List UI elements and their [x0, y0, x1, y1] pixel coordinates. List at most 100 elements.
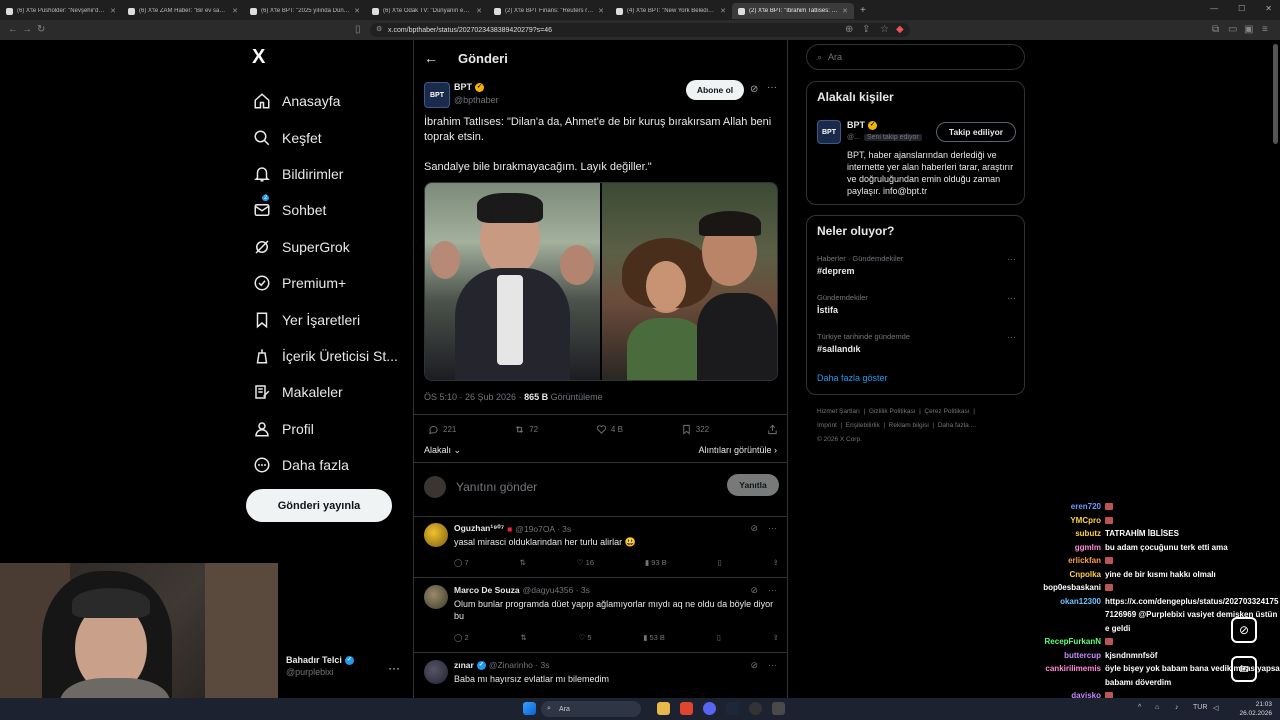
minimize-icon[interactable]: — [1210, 4, 1218, 13]
trend-item[interactable]: Türkiye tarihinde gündemde #sallandık ··… [817, 332, 1016, 354]
show-more-link[interactable]: Daha fazla göster [817, 373, 888, 383]
reply-action[interactable]: ◯ 2 [454, 633, 469, 642]
reply-author[interactable]: Oguzhan¹⁹⁰⁷ ■ @19o7OA · 3s [454, 523, 571, 534]
account-more-icon[interactable]: ··· [388, 661, 400, 675]
steam-icon[interactable] [726, 702, 739, 715]
browser-tab[interactable]: (6) X'te Odak TV: "Dünyanın en uzun… ✕ [366, 3, 488, 19]
grok-explain-icon[interactable]: ⊘ [750, 660, 758, 671]
footer-link[interactable]: Çerez Politikası [924, 408, 969, 415]
language-indicator[interactable]: TUR [1193, 704, 1207, 711]
nav-item-explore[interactable]: Keşfet [252, 119, 398, 155]
avatar[interactable] [424, 660, 448, 684]
extensions-icon[interactable]: ⧉ [1212, 24, 1219, 35]
views-action[interactable]: ▮ 93 B [645, 558, 667, 567]
tweet-time[interactable]: ÖS 5:10 · 26 Şub 2026 · [424, 392, 524, 402]
reply-item[interactable]: zınar ✓ @Zinarinho · 3s ⊘ ··· Baba mı hayır… [414, 654, 787, 704]
sort-relevance-dropdown[interactable]: Alakalı ⌄ [424, 445, 461, 456]
tweet-handle[interactable]: @bpthaber [454, 95, 499, 105]
avatar[interactable] [424, 585, 448, 609]
clock[interactable]: 21:03 26.02.2026 [1239, 700, 1272, 718]
new-tab-icon[interactable]: + [860, 5, 866, 16]
forward-icon[interactable]: → [22, 24, 32, 35]
share-action[interactable]: ⇪ [773, 558, 779, 567]
views-action[interactable]: ▮ 53 B [643, 633, 665, 642]
grok-explain-icon[interactable]: ⊘ [750, 523, 758, 534]
site-info-icon[interactable]: ⚙ [376, 25, 382, 33]
reply-action[interactable]: 221 [428, 424, 456, 435]
more-options-icon[interactable]: ··· [767, 82, 777, 93]
reply-author[interactable]: zınar ✓ @Zinarinho · 3s [454, 660, 549, 670]
nav-item-supergrok[interactable]: SuperGrok [252, 229, 398, 265]
file-explorer-icon[interactable] [657, 702, 670, 715]
more-options-icon[interactable]: ··· [1007, 332, 1016, 342]
maximize-icon[interactable]: ☐ [1238, 4, 1245, 13]
grok-explain-icon[interactable]: ⊘ [750, 585, 758, 596]
wallet-icon[interactable]: ▣ [1244, 24, 1253, 35]
close-tab-icon[interactable]: ✕ [598, 7, 604, 15]
share-action[interactable] [767, 424, 778, 435]
reply-button[interactable]: Yanıtla [727, 474, 779, 496]
share-action[interactable]: ⇪ [773, 633, 779, 642]
bookmark-action[interactable]: 322 [681, 424, 709, 435]
star-icon[interactable]: ☆ [880, 24, 889, 35]
reply-item[interactable]: Marco De Souza @dagyu4356 · 3s ⊘ ··· Olum … [414, 579, 787, 653]
back-arrow-icon[interactable]: ← [424, 50, 438, 66]
nav-item-articles[interactable]: Makaleler [252, 374, 398, 410]
messages-float-icon[interactable]: ✉ [1231, 656, 1257, 682]
repost-action[interactable]: 72 [514, 424, 538, 435]
share-icon[interactable]: ⇪ [862, 24, 870, 35]
close-tab-icon[interactable]: ✕ [110, 7, 116, 15]
trend-item[interactable]: Haberler · Gündemdekiler #deprem ··· [817, 254, 1016, 276]
discord-icon[interactable] [703, 702, 716, 715]
nav-item-more[interactable]: Daha fazla [252, 447, 398, 483]
windows-start-icon[interactable] [523, 702, 536, 715]
more-options-icon[interactable]: ··· [768, 523, 777, 534]
related-name[interactable]: BPT ✓ [847, 120, 877, 130]
reload-icon[interactable]: ↻ [37, 24, 45, 35]
close-icon[interactable]: ✕ [1265, 4, 1272, 13]
browser-tab[interactable]: (2) X'te BPT Finans: "Reuters raporu… ✕ [488, 3, 610, 19]
brave-browser-icon[interactable] [680, 702, 693, 715]
nav-item-bookmarks[interactable]: Yer İşaretleri [252, 301, 398, 337]
taskbar-search[interactable]: ⌕ Ara [541, 701, 641, 717]
browser-tab[interactable]: (6) X'te BPT: "2025 yılında Dünya'da… ✕ [244, 3, 366, 19]
more-options-icon[interactable]: ··· [1007, 254, 1016, 264]
microphone-icon[interactable]: ♪ [1175, 704, 1179, 711]
avatar[interactable] [424, 523, 448, 547]
bookmark-action[interactable]: ▯ [717, 633, 721, 642]
media-image-2[interactable] [602, 183, 777, 380]
zoom-icon[interactable]: ⊕ [845, 24, 853, 35]
nav-item-chat[interactable]: 2 Sohbet [252, 192, 398, 228]
sidebar-icon[interactable]: ▭ [1228, 24, 1237, 35]
back-icon[interactable]: ← [8, 24, 18, 35]
tweet-media[interactable] [424, 182, 778, 381]
nav-item-home[interactable]: Anasayfa [252, 83, 398, 119]
bookmark-page-icon[interactable]: ▯ [355, 24, 361, 35]
bookmark-action[interactable]: ▯ [718, 558, 722, 567]
trend-item[interactable]: Gündemdekiler İstifa ··· [817, 293, 1016, 315]
nav-item-creator-studio[interactable]: İçerik Üreticisi St... [252, 338, 398, 374]
footer-link[interactable]: Erişilebilirlik [846, 422, 880, 429]
footer-link[interactable]: Hizmet Şartları [817, 408, 860, 415]
close-tab-icon[interactable]: ✕ [354, 7, 360, 15]
browser-tab[interactable]: (6) X'te ZAM Haber: "Bir ev sahiben… ✕ [122, 3, 244, 19]
avatar[interactable]: BPT [424, 82, 450, 108]
like-action[interactable]: ♡ 5 [579, 633, 592, 642]
close-tab-icon[interactable]: ✕ [232, 7, 238, 15]
close-tab-icon[interactable]: ✕ [842, 7, 848, 15]
media-image-1[interactable] [425, 183, 600, 380]
browser-tab[interactable]: (4) X'te BPT: "New York Belediyesi, s… ✕ [610, 3, 732, 19]
network-icon[interactable]: ⌂ [1155, 704, 1159, 711]
app-icon[interactable] [772, 702, 785, 715]
account-switcher[interactable]: Bahadır Telci ✓ @purplebixi [286, 655, 354, 677]
browser-tab[interactable]: (2) X'te BPT: "İbrahim Tatlıses: "D… ✕ [732, 3, 854, 19]
reply-action[interactable]: ◯ 7 [454, 558, 469, 567]
reply-item[interactable]: Oguzhan¹⁹⁰⁷ ■ @19o7OA · 3s ⊘ ··· yasal mira… [414, 517, 787, 577]
view-quotes-link[interactable]: Alıntıları görüntüle › [698, 445, 777, 455]
scrollbar[interactable] [1273, 44, 1278, 144]
grok-explain-icon[interactable]: ⊘ [750, 84, 758, 95]
menu-icon[interactable]: ≡ [1262, 24, 1268, 35]
more-options-icon[interactable]: ··· [1007, 293, 1016, 303]
url-input[interactable]: ⚙ x.com/bpthaber/status/2027023438389420… [370, 23, 910, 37]
like-action[interactable]: 4 B [596, 424, 623, 435]
